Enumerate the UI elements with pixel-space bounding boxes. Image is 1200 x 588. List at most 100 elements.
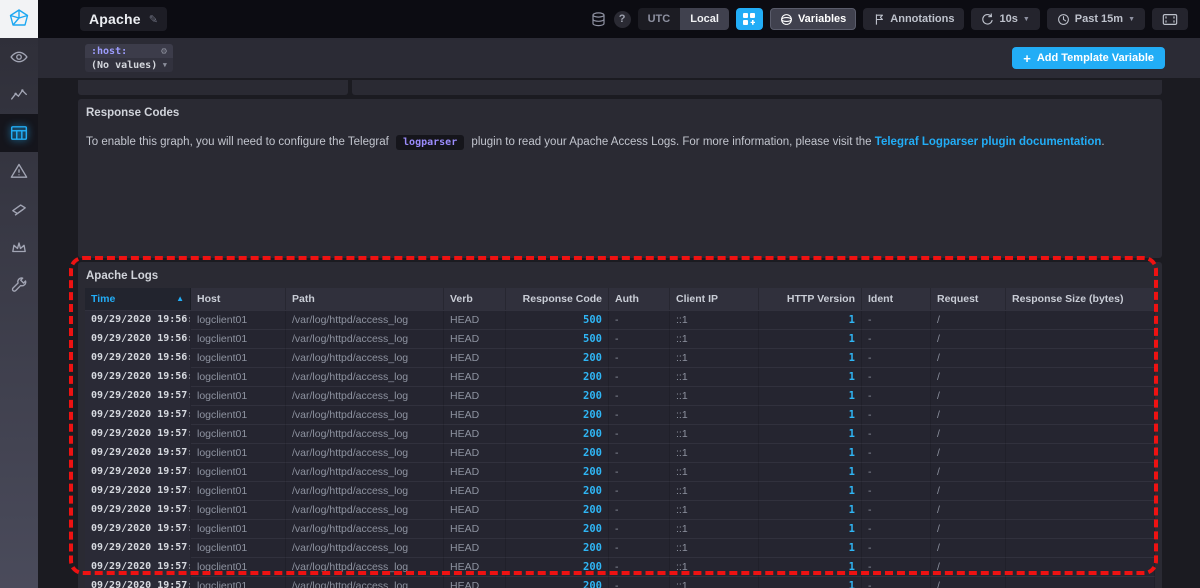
- dashboards-grid-icon: [10, 126, 28, 140]
- table-cell: [1006, 387, 1155, 406]
- column-header-ident[interactable]: Ident: [862, 288, 931, 310]
- table-cell: /: [931, 311, 1006, 330]
- column-header-http-version[interactable]: HTTP Version: [759, 288, 862, 310]
- database-icon: [592, 11, 605, 26]
- table-cell: 09/29/2020 19:57:51: [85, 520, 191, 539]
- table-cell: 09/29/2020 19:57:51: [85, 558, 191, 577]
- table-cell: logclient01: [191, 539, 286, 558]
- table-cell: ::1: [670, 482, 759, 501]
- table-cell: HEAD: [444, 330, 506, 349]
- table-cell: -: [609, 482, 670, 501]
- table-cell: 1: [759, 368, 862, 387]
- auto-refresh-dropdown[interactable]: 10s ▼: [971, 8, 1040, 30]
- partial-cell-right: [352, 80, 1162, 95]
- table-row: 09/29/2020 19:57:50logclient01/var/log/h…: [85, 462, 1155, 482]
- template-variable-value-dropdown[interactable]: (No values) ▼: [85, 58, 173, 72]
- column-header-host[interactable]: Host: [191, 288, 286, 310]
- table-cell: HEAD: [444, 520, 506, 539]
- table-cell: logclient01: [191, 387, 286, 406]
- table-cell: /: [931, 482, 1006, 501]
- table-cell: /: [931, 330, 1006, 349]
- edit-pencil-icon[interactable]: ✎: [149, 13, 158, 26]
- table-row: 09/29/2020 19:57:49logclient01/var/log/h…: [85, 386, 1155, 406]
- column-header-response-size-bytes-[interactable]: Response Size (bytes): [1006, 288, 1155, 310]
- message-text-after: .: [1101, 136, 1105, 148]
- table-cell: -: [609, 463, 670, 482]
- table-cell: /var/log/httpd/access_log: [286, 520, 444, 539]
- table-cell: -: [609, 330, 670, 349]
- table-cell: 200: [506, 463, 609, 482]
- annotation-flag-icon: [876, 13, 884, 25]
- table-cell: HEAD: [444, 387, 506, 406]
- column-header-request[interactable]: Request: [931, 288, 1006, 310]
- table-cell: 09/29/2020 19:56:12: [85, 311, 191, 330]
- table-cell: ::1: [670, 406, 759, 425]
- template-variable-name-row[interactable]: :host: ⚙: [85, 44, 173, 58]
- chronograf-logo[interactable]: [0, 0, 38, 38]
- sidebar-item-dashboards[interactable]: [0, 114, 38, 152]
- table-cell: /: [931, 558, 1006, 577]
- table-cell: HEAD: [444, 444, 506, 463]
- table-cell: /: [931, 520, 1006, 539]
- chevron-down-icon: ▼: [1128, 15, 1135, 23]
- table-cell: /: [931, 368, 1006, 387]
- sidebar-item-data-explorer[interactable]: [0, 76, 38, 114]
- column-header-verb[interactable]: Verb: [444, 288, 506, 310]
- annotations-button[interactable]: Annotations: [863, 8, 965, 30]
- table-cell: -: [609, 406, 670, 425]
- column-header-path[interactable]: Path: [286, 288, 444, 310]
- table-cell: 1: [759, 330, 862, 349]
- table-cell: 200: [506, 368, 609, 387]
- local-toggle-button[interactable]: Local: [680, 8, 729, 30]
- table-cell: -: [609, 520, 670, 539]
- variables-button[interactable]: Variables: [769, 8, 857, 30]
- table-cell: /var/log/httpd/access_log: [286, 482, 444, 501]
- sidebar-item-configuration[interactable]: [0, 266, 38, 304]
- help-icon: ?: [618, 13, 626, 25]
- table-row: 09/29/2020 19:57:50logclient01/var/log/h…: [85, 481, 1155, 501]
- sources-button[interactable]: [590, 11, 607, 28]
- table-cell: ::1: [670, 311, 759, 330]
- panel-title: Response Codes: [86, 107, 180, 119]
- sidebar-item-log-viewer[interactable]: [0, 190, 38, 228]
- table-cell: 200: [506, 425, 609, 444]
- table-cell: 200: [506, 387, 609, 406]
- table-cell: /var/log/httpd/access_log: [286, 539, 444, 558]
- table-cell: 09/29/2020 19:57:50: [85, 463, 191, 482]
- table-cell: 1: [759, 577, 862, 588]
- variables-label: Variables: [797, 13, 847, 25]
- telegraf-docs-link[interactable]: Telegraf Logparser plugin documentation: [875, 136, 1102, 148]
- help-button[interactable]: ?: [613, 10, 631, 28]
- gear-icon[interactable]: ⚙: [161, 46, 167, 57]
- table-row: 09/29/2020 19:57:49logclient01/var/log/h…: [85, 424, 1155, 444]
- clock-icon: [1057, 13, 1069, 25]
- presentation-mode-button[interactable]: [1152, 8, 1188, 30]
- dashboard-title-container[interactable]: Apache ✎: [80, 7, 167, 31]
- table-cell: ::1: [670, 368, 759, 387]
- table-cell: HEAD: [444, 539, 506, 558]
- table-cell: ::1: [670, 539, 759, 558]
- table-row: 09/29/2020 19:57:51logclient01/var/log/h…: [85, 538, 1155, 558]
- table-cell: /var/log/httpd/access_log: [286, 311, 444, 330]
- utc-toggle-button[interactable]: UTC: [637, 8, 681, 30]
- column-header-time[interactable]: Time ▲: [85, 288, 191, 310]
- column-header-auth[interactable]: Auth: [609, 288, 670, 310]
- table-cell: /: [931, 463, 1006, 482]
- table-cell: 09/29/2020 19:57:49: [85, 406, 191, 425]
- table-cell: 1: [759, 387, 862, 406]
- plus-icon: +: [1023, 50, 1031, 66]
- time-range-dropdown[interactable]: Past 15m ▼: [1046, 8, 1145, 30]
- sidebar-item-alerting[interactable]: [0, 152, 38, 190]
- table-cell: -: [609, 311, 670, 330]
- table-cell: [1006, 577, 1155, 588]
- table-cell: -: [862, 463, 931, 482]
- column-header-response-code[interactable]: Response Code: [506, 288, 609, 310]
- column-header-client-ip[interactable]: Client IP: [670, 288, 759, 310]
- sidebar-item-host-list[interactable]: [0, 38, 38, 76]
- sidebar-item-admin[interactable]: [0, 228, 38, 266]
- toolbar-controls: ? UTC Local Variables Annotations 10s ▼ …: [590, 8, 1200, 30]
- add-cell-button[interactable]: [735, 8, 763, 30]
- add-template-variable-button[interactable]: + Add Template Variable: [1012, 47, 1165, 69]
- alert-triangle-icon: [10, 163, 28, 178]
- table-cell: [1006, 463, 1155, 482]
